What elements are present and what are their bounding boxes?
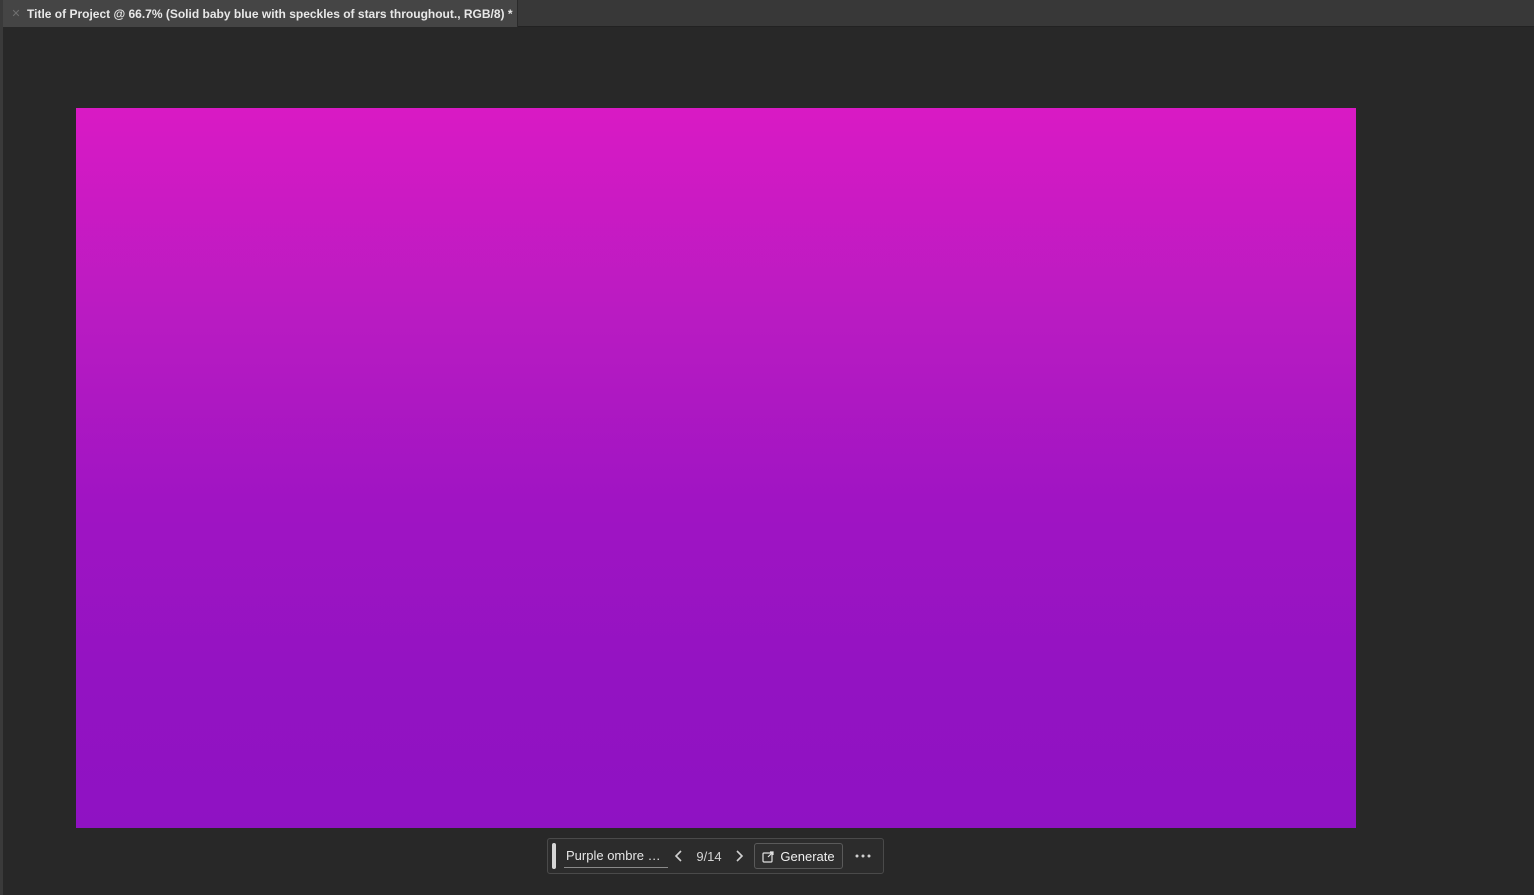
photoshop-window: ✕ Title of Project @ 66.7% (Solid baby b…: [0, 0, 1534, 895]
variation-counter: 9/14: [696, 848, 722, 864]
document-canvas[interactable]: [76, 108, 1356, 828]
generate-button-label: Generate: [780, 848, 835, 864]
close-icon[interactable]: ✕: [9, 7, 23, 21]
generate-button[interactable]: Generate: [754, 843, 843, 869]
contextual-task-bar: 9/14 Generate: [547, 838, 884, 874]
more-options-icon: [855, 854, 871, 858]
drag-handle[interactable]: [552, 843, 556, 869]
next-variation-button[interactable]: [728, 844, 750, 868]
generate-icon: [762, 850, 775, 863]
previous-variation-button[interactable]: [668, 844, 690, 868]
chevron-right-icon: [736, 850, 744, 862]
more-options-button[interactable]: [848, 843, 878, 869]
prompt-input[interactable]: [564, 844, 668, 868]
document-tab-bar: ✕ Title of Project @ 66.7% (Solid baby b…: [3, 0, 1534, 27]
document-tab[interactable]: ✕ Title of Project @ 66.7% (Solid baby b…: [3, 0, 518, 27]
document-tab-title: Title of Project @ 66.7% (Solid baby blu…: [27, 6, 513, 21]
chevron-left-icon: [674, 850, 682, 862]
